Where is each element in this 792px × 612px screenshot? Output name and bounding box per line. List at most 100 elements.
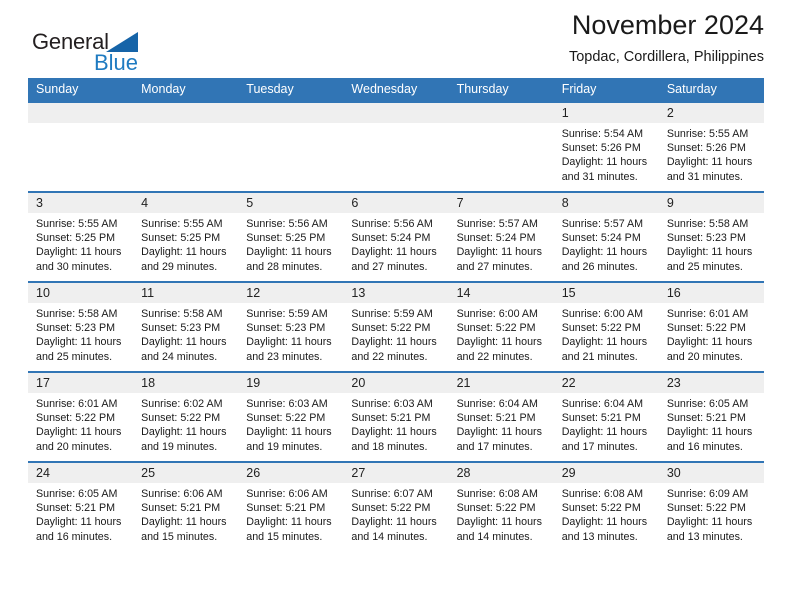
day-number: 27 — [343, 463, 449, 483]
calendar-day-cell[interactable]: 24 Sunrise: 6:05 AM Sunset: 5:21 PM Dayligh… — [28, 461, 134, 552]
daylight-text-line1: Daylight: 11 hours — [246, 516, 332, 529]
calendar-day-cell[interactable]: 19 Sunrise: 6:03 AM Sunset: 5:22 PM Dayligh… — [238, 371, 344, 462]
daylight-text-line1: Daylight: 11 hours — [561, 246, 648, 259]
day-details: Sunrise: 5:56 AM Sunset: 5:24 PM Daylight:… — [343, 213, 448, 274]
calendar-day-cell[interactable]: 6 Sunrise: 5:56 AM Sunset: 5:24 PM Daylight… — [343, 191, 449, 282]
calendar-day-cell[interactable]: 12 Sunrise: 5:59 AM Sunset: 5:23 PM Dayligh… — [238, 281, 344, 372]
calendar-day-cell[interactable]: 18 Sunrise: 6:02 AM Sunset: 5:22 PM Dayligh… — [133, 371, 239, 462]
daylight-text-line1: Daylight: 11 hours — [141, 516, 227, 529]
calendar-empty-cell — [343, 101, 449, 192]
day-number: 16 — [658, 283, 764, 303]
daylight-text-line1: Daylight: 11 hours — [666, 246, 753, 259]
calendar-day-cell[interactable]: 4 Sunrise: 5:55 AM Sunset: 5:25 PM Daylight… — [133, 191, 239, 282]
daylight-text-line1: Daylight: 11 hours — [36, 426, 122, 439]
sunrise-text: Sunrise: 5:55 AM — [141, 218, 223, 230]
day-details: Sunrise: 6:04 AM Sunset: 5:21 PM Daylight:… — [554, 393, 659, 454]
calendar-day-cell[interactable]: 10 Sunrise: 5:58 AM Sunset: 5:23 PM Dayligh… — [28, 281, 134, 372]
calendar-day-cell[interactable]: 26 Sunrise: 6:06 AM Sunset: 5:21 PM Dayligh… — [238, 461, 344, 552]
logo-text-blue: Blue — [94, 50, 139, 75]
daylight-text-line2: and 19 minutes. — [141, 440, 218, 453]
day-details: Sunrise: 6:08 AM Sunset: 5:22 PM Daylight:… — [449, 483, 554, 544]
day-details: Sunrise: 5:55 AM Sunset: 5:26 PM Daylight:… — [659, 123, 764, 184]
daylight-text-line1: Daylight: 11 hours — [351, 336, 437, 349]
day-number: 29 — [553, 463, 659, 483]
day-number: 4 — [133, 193, 239, 213]
sunrise-text: Sunrise: 6:02 AM — [141, 398, 223, 410]
day-details: Sunrise: 6:07 AM Sunset: 5:22 PM Daylight:… — [343, 483, 448, 544]
weekday-header-sunday: Sunday — [28, 78, 134, 102]
calendar-day-cell[interactable]: 30 Sunrise: 6:09 AM Sunset: 5:22 PM Dayligh… — [658, 461, 764, 552]
calendar-day-cell[interactable]: 16 Sunrise: 6:01 AM Sunset: 5:22 PM Dayligh… — [658, 281, 764, 372]
sunset-text: Sunset: 5:23 PM — [141, 322, 221, 335]
calendar-day-cell[interactable]: 9 Sunrise: 5:58 AM Sunset: 5:23 PM Daylight… — [658, 191, 764, 282]
general-blue-logo[interactable]: General Blue — [32, 29, 172, 81]
calendar-day-cell[interactable]: 20 Sunrise: 6:03 AM Sunset: 5:21 PM Dayligh… — [343, 371, 449, 462]
calendar-day-cell[interactable]: 25 Sunrise: 6:06 AM Sunset: 5:21 PM Dayligh… — [133, 461, 239, 552]
daylight-text-line1: Daylight: 11 hours — [141, 426, 227, 439]
sunset-text: Sunset: 5:25 PM — [141, 232, 221, 245]
day-number — [343, 103, 449, 123]
daylight-text-line2: and 22 minutes. — [351, 350, 428, 363]
daylight-text-line2: and 14 minutes. — [351, 530, 428, 543]
calendar-day-cell[interactable]: 29 Sunrise: 6:08 AM Sunset: 5:22 PM Dayligh… — [553, 461, 659, 552]
sunrise-text: Sunrise: 6:03 AM — [351, 398, 433, 410]
calendar-day-cell[interactable]: 5 Sunrise: 5:56 AM Sunset: 5:25 PM Daylight… — [238, 191, 344, 282]
sunset-text: Sunset: 5:23 PM — [666, 232, 746, 245]
calendar-day-cell[interactable]: 8 Sunrise: 5:57 AM Sunset: 5:24 PM Daylight… — [553, 191, 659, 282]
calendar-header-row: Sunday Monday Tuesday Wednesday Thursday… — [28, 78, 764, 102]
calendar-wrapper: Sunday Monday Tuesday Wednesday Thursday… — [28, 78, 764, 552]
day-number: 22 — [553, 373, 659, 393]
calendar-day-cell[interactable]: 11 Sunrise: 5:58 AM Sunset: 5:23 PM Dayligh… — [133, 281, 239, 372]
sunrise-text: Sunrise: 5:57 AM — [561, 218, 644, 230]
daylight-text-line1: Daylight: 11 hours — [246, 336, 332, 349]
day-details: Sunrise: 5:57 AM Sunset: 5:24 PM Daylight:… — [449, 213, 554, 274]
daylight-text-line1: Daylight: 11 hours — [561, 336, 648, 349]
calendar-day-cell[interactable]: 13 Sunrise: 5:59 AM Sunset: 5:22 PM Dayligh… — [343, 281, 449, 372]
calendar-day-cell[interactable]: 3 Sunrise: 5:55 AM Sunset: 5:25 PM Daylight… — [28, 191, 134, 282]
day-number: 14 — [448, 283, 554, 303]
sunset-text: Sunset: 5:22 PM — [141, 412, 221, 425]
day-number: 9 — [658, 193, 764, 213]
day-number — [448, 103, 554, 123]
calendar-day-cell[interactable]: 15 Sunrise: 6:00 AM Sunset: 5:22 PM Dayligh… — [553, 281, 659, 372]
sunset-text: Sunset: 5:22 PM — [456, 322, 536, 335]
calendar-day-cell[interactable]: 28 Sunrise: 6:08 AM Sunset: 5:22 PM Dayligh… — [448, 461, 554, 552]
day-number: 6 — [343, 193, 449, 213]
calendar-day-cell[interactable]: 23 Sunrise: 6:05 AM Sunset: 5:21 PM Dayligh… — [658, 371, 764, 462]
sunset-text: Sunset: 5:22 PM — [351, 502, 431, 515]
day-number: 7 — [448, 193, 554, 213]
sunset-text: Sunset: 5:22 PM — [561, 502, 641, 515]
daylight-text-line1: Daylight: 11 hours — [456, 336, 542, 349]
sunset-text: Sunset: 5:22 PM — [666, 502, 746, 515]
daylight-text-line2: and 15 minutes. — [246, 530, 323, 543]
calendar-day-cell[interactable]: 1 Sunrise: 5:54 AM Sunset: 5:26 PM Daylight… — [553, 101, 659, 192]
daylight-text-line1: Daylight: 11 hours — [246, 246, 332, 259]
calendar-day-cell[interactable]: 27 Sunrise: 6:07 AM Sunset: 5:22 PM Dayligh… — [343, 461, 449, 552]
day-number: 18 — [133, 373, 239, 393]
calendar-empty-cell — [448, 101, 554, 192]
sunrise-text: Sunrise: 6:04 AM — [561, 398, 644, 410]
daylight-text-line2: and 20 minutes. — [666, 350, 743, 363]
sunset-text: Sunset: 5:23 PM — [36, 322, 116, 335]
page-title: November 2024 — [571, 10, 764, 40]
daylight-text-line1: Daylight: 11 hours — [351, 516, 437, 529]
daylight-text-line1: Daylight: 11 hours — [666, 336, 753, 349]
daylight-text-line2: and 17 minutes. — [456, 440, 533, 453]
calendar-day-cell[interactable]: 7 Sunrise: 5:57 AM Sunset: 5:24 PM Daylight… — [448, 191, 554, 282]
calendar-day-cell[interactable]: 21 Sunrise: 6:04 AM Sunset: 5:21 PM Dayligh… — [448, 371, 554, 462]
sunset-text: Sunset: 5:24 PM — [561, 232, 641, 245]
sunset-text: Sunset: 5:23 PM — [246, 322, 326, 335]
daylight-text-line1: Daylight: 11 hours — [456, 516, 542, 529]
sunset-text: Sunset: 5:21 PM — [456, 412, 536, 425]
calendar-day-cell[interactable]: 22 Sunrise: 6:04 AM Sunset: 5:21 PM Dayligh… — [553, 371, 659, 462]
sunset-text: Sunset: 5:24 PM — [351, 232, 431, 245]
daylight-text-line1: Daylight: 11 hours — [561, 516, 648, 529]
calendar-day-cell[interactable]: 17 Sunrise: 6:01 AM Sunset: 5:22 PM Dayligh… — [28, 371, 134, 462]
day-number: 11 — [133, 283, 239, 303]
sunrise-text: Sunrise: 6:00 AM — [456, 308, 538, 320]
daylight-text-line1: Daylight: 11 hours — [456, 246, 542, 259]
calendar-day-cell[interactable]: 14 Sunrise: 6:00 AM Sunset: 5:22 PM Dayligh… — [448, 281, 554, 372]
day-details — [449, 123, 554, 127]
day-number: 19 — [238, 373, 344, 393]
calendar-day-cell[interactable]: 2 Sunrise: 5:55 AM Sunset: 5:26 PM Daylight… — [658, 101, 764, 192]
